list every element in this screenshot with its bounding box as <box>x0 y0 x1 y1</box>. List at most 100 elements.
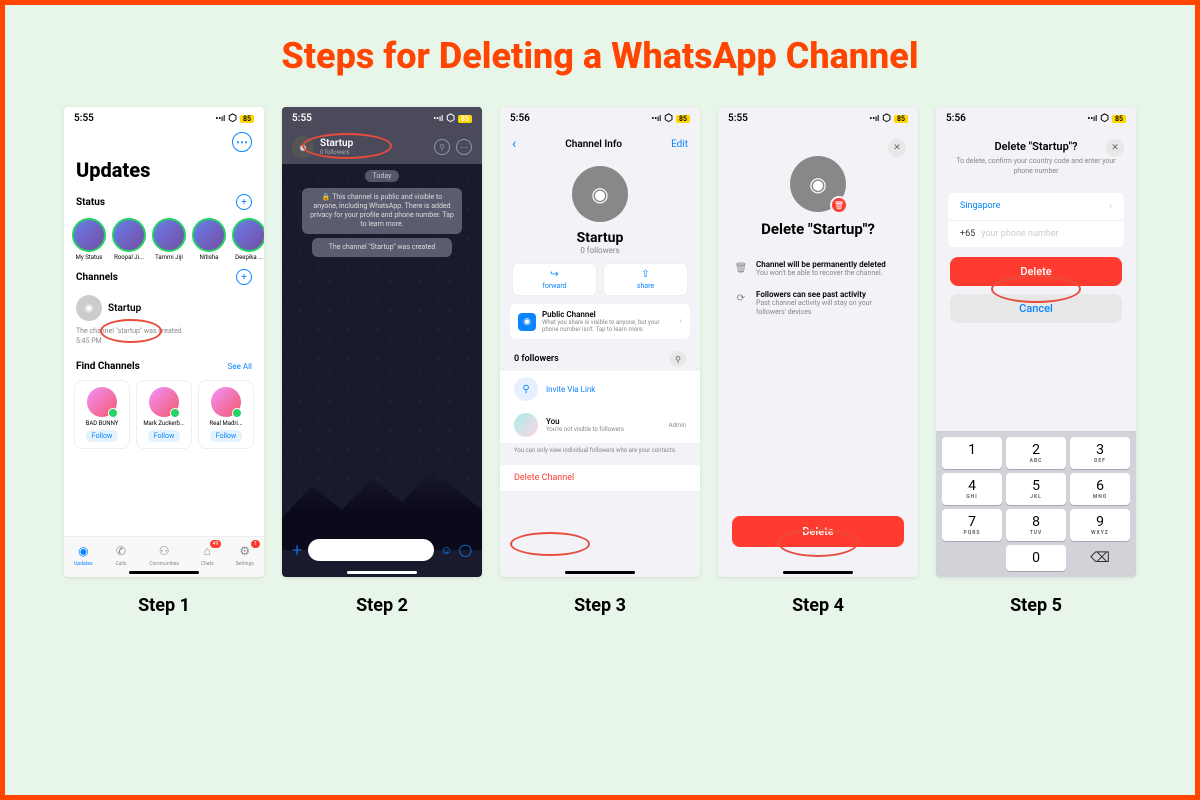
phone-placeholder: your phone number <box>981 229 1058 239</box>
status-item[interactable]: Roopal Ji... <box>112 218 146 261</box>
updates-icon: ◉ <box>75 543 91 559</box>
follow-button[interactable]: Follow <box>86 430 118 442</box>
step-5-column: 5:56 ••ıl⬡85 ✕ Delete "Startup"? To dele… <box>936 107 1136 616</box>
delete-channel-button[interactable]: Delete Channel <box>500 465 700 491</box>
more-icon[interactable]: ⋯ <box>456 139 472 155</box>
avatar <box>149 387 179 417</box>
key-9[interactable]: 9WXYZ <box>1070 509 1130 541</box>
find-card[interactable]: Mark Zuckerb...Follow <box>136 380 192 449</box>
phone-input-row[interactable]: +65 your phone number <box>948 221 1124 247</box>
channels-label: Channels <box>76 272 118 283</box>
key-4[interactable]: 4GHI <box>942 473 1002 505</box>
step-2-phone: 5:55 ••ıl⬡85 ◉ Startup 0 followers ⚲ ⋯ <box>282 107 482 577</box>
share-button[interactable]: ⇪share <box>603 263 688 296</box>
camera-icon[interactable]: ◯ <box>459 543 472 557</box>
channel-avatar-icon: ◉🗑 <box>790 156 846 212</box>
key-0[interactable]: 0 <box>1006 545 1066 571</box>
status-item[interactable]: Tammi Jiji <box>152 218 186 261</box>
forward-button[interactable]: ↪forward <box>512 263 597 296</box>
tab-settings[interactable]: ⚙Settings1 <box>236 543 254 567</box>
key-5[interactable]: 5JKL <box>1006 473 1066 505</box>
share-icon: ⇪ <box>641 269 649 280</box>
status-section-header: Status + <box>64 190 264 214</box>
status-icons: ••ıl⬡85 <box>1087 113 1126 124</box>
signal-icon: ••ıl <box>215 114 225 123</box>
add-status-icon[interactable]: + <box>236 194 252 210</box>
attach-icon[interactable]: + <box>292 540 302 561</box>
status-time: 5:56 <box>510 113 530 124</box>
delete-button[interactable]: Delete <box>950 257 1122 286</box>
key-8[interactable]: 8TUV <box>1006 509 1066 541</box>
privacy-info-bubble[interactable]: 🔒 This channel is public and visible to … <box>302 188 462 234</box>
status-bar: 5:55 ••ıl ⬡ 85 <box>64 107 264 130</box>
edit-link[interactable]: Edit <box>671 139 688 150</box>
follow-button[interactable]: Follow <box>148 430 180 442</box>
step-4-column: 5:55 ••ıl⬡85 ✕ ◉🗑 Delete "Startup"? 🗑 Ch… <box>718 107 918 616</box>
find-card[interactable]: Real Madri...Follow <box>198 380 254 449</box>
channel-avatar-icon[interactable]: ◉ <box>572 166 628 222</box>
channel-item-startup[interactable]: ◉ Startup <box>64 289 264 327</box>
home-indicator <box>129 571 199 574</box>
find-card[interactable]: BAD BUNNYFollow <box>74 380 130 449</box>
battery-icon: 85 <box>894 115 908 123</box>
key-1[interactable]: 1 <box>942 437 1002 469</box>
status-item[interactable]: My Status <box>72 218 106 261</box>
tab-calls[interactable]: ✆Calls <box>113 543 129 567</box>
info-permanent: 🗑 Channel will be permanently deleted Yo… <box>718 254 918 284</box>
status-item[interactable]: Nitisha <box>192 218 226 261</box>
sticker-icon[interactable]: ☺ <box>440 543 452 557</box>
delete-button[interactable]: Delete <box>732 516 904 547</box>
status-time: 5:55 <box>74 113 94 124</box>
step-4-label: Step 4 <box>792 595 844 616</box>
channel-avatar-icon: ◉ <box>292 136 314 158</box>
public-channel-card[interactable]: ◉ Public Channel What you share is visib… <box>510 304 690 339</box>
status-label: Status <box>76 197 105 208</box>
status-bar: 5:56 ••ıl⬡85 <box>936 107 1136 130</box>
info-followers: ⟳ Followers can see past activity Past c… <box>718 284 918 323</box>
created-bubble: The channel "Startup" was created <box>312 238 452 257</box>
back-icon[interactable]: ‹ <box>512 136 516 152</box>
close-icon[interactable]: ✕ <box>888 139 906 157</box>
forward-icon: ↪ <box>550 269 558 280</box>
link-icon[interactable]: ⚲ <box>434 139 450 155</box>
see-all-link[interactable]: See All <box>228 362 252 371</box>
channels-section-header: Channels + <box>64 265 264 289</box>
key-6[interactable]: 6MNO <box>1070 473 1130 505</box>
key-backspace[interactable]: ⌫ <box>1070 545 1130 571</box>
tab-communities[interactable]: ⚇Communities <box>149 543 179 567</box>
you-list-item[interactable]: You You're not visible to followers Admi… <box>500 407 700 443</box>
card-text: Public Channel What you share is visible… <box>542 310 673 333</box>
invite-link-item[interactable]: ⚲ Invite Via Link <box>500 371 700 407</box>
annotation-circle <box>510 532 590 556</box>
add-channel-icon[interactable]: + <box>236 269 252 285</box>
communities-icon: ⚇ <box>156 543 172 559</box>
key-2[interactable]: 2ABC <box>1006 437 1066 469</box>
cancel-button[interactable]: Cancel <box>950 294 1122 323</box>
message-input[interactable] <box>308 539 434 561</box>
find-channels-header: Find Channels See All <box>64 357 264 376</box>
status-icons: ••ıl⬡85 <box>869 113 908 124</box>
tab-chats[interactable]: ⌂Chats49 <box>199 543 215 567</box>
key-7[interactable]: 7PQRS <box>942 509 1002 541</box>
channel-avatar-icon: ◉ <box>76 295 102 321</box>
chat-header-text: Startup 0 followers <box>320 138 428 156</box>
search-icon[interactable]: ⚲ <box>670 351 686 367</box>
home-indicator <box>347 571 417 574</box>
date-chip: Today <box>365 170 400 182</box>
follow-button[interactable]: Follow <box>210 430 242 442</box>
step-2-label: Step 2 <box>356 595 408 616</box>
chats-badge: 49 <box>210 540 222 548</box>
country-selector[interactable]: Singapore › <box>948 193 1124 221</box>
avatar <box>152 218 186 252</box>
history-icon: ⟳ <box>734 291 748 305</box>
key-3[interactable]: 3DEF <box>1070 437 1130 469</box>
close-icon[interactable]: ✕ <box>1106 139 1124 157</box>
chat-header[interactable]: ◉ Startup 0 followers ⚲ ⋯ <box>282 130 482 164</box>
home-indicator <box>783 571 853 574</box>
tab-updates[interactable]: ◉Updates <box>74 543 92 567</box>
follower-count: 0 followers <box>320 149 428 156</box>
step-3-column: 5:56 ••ıl⬡85 ‹ Channel Info Edit ◉ Start… <box>500 107 700 616</box>
followers-note: You can only view individual followers w… <box>500 443 700 459</box>
more-icon[interactable]: ⋯ <box>232 132 252 152</box>
status-item[interactable]: Deepika ... <box>232 218 264 261</box>
